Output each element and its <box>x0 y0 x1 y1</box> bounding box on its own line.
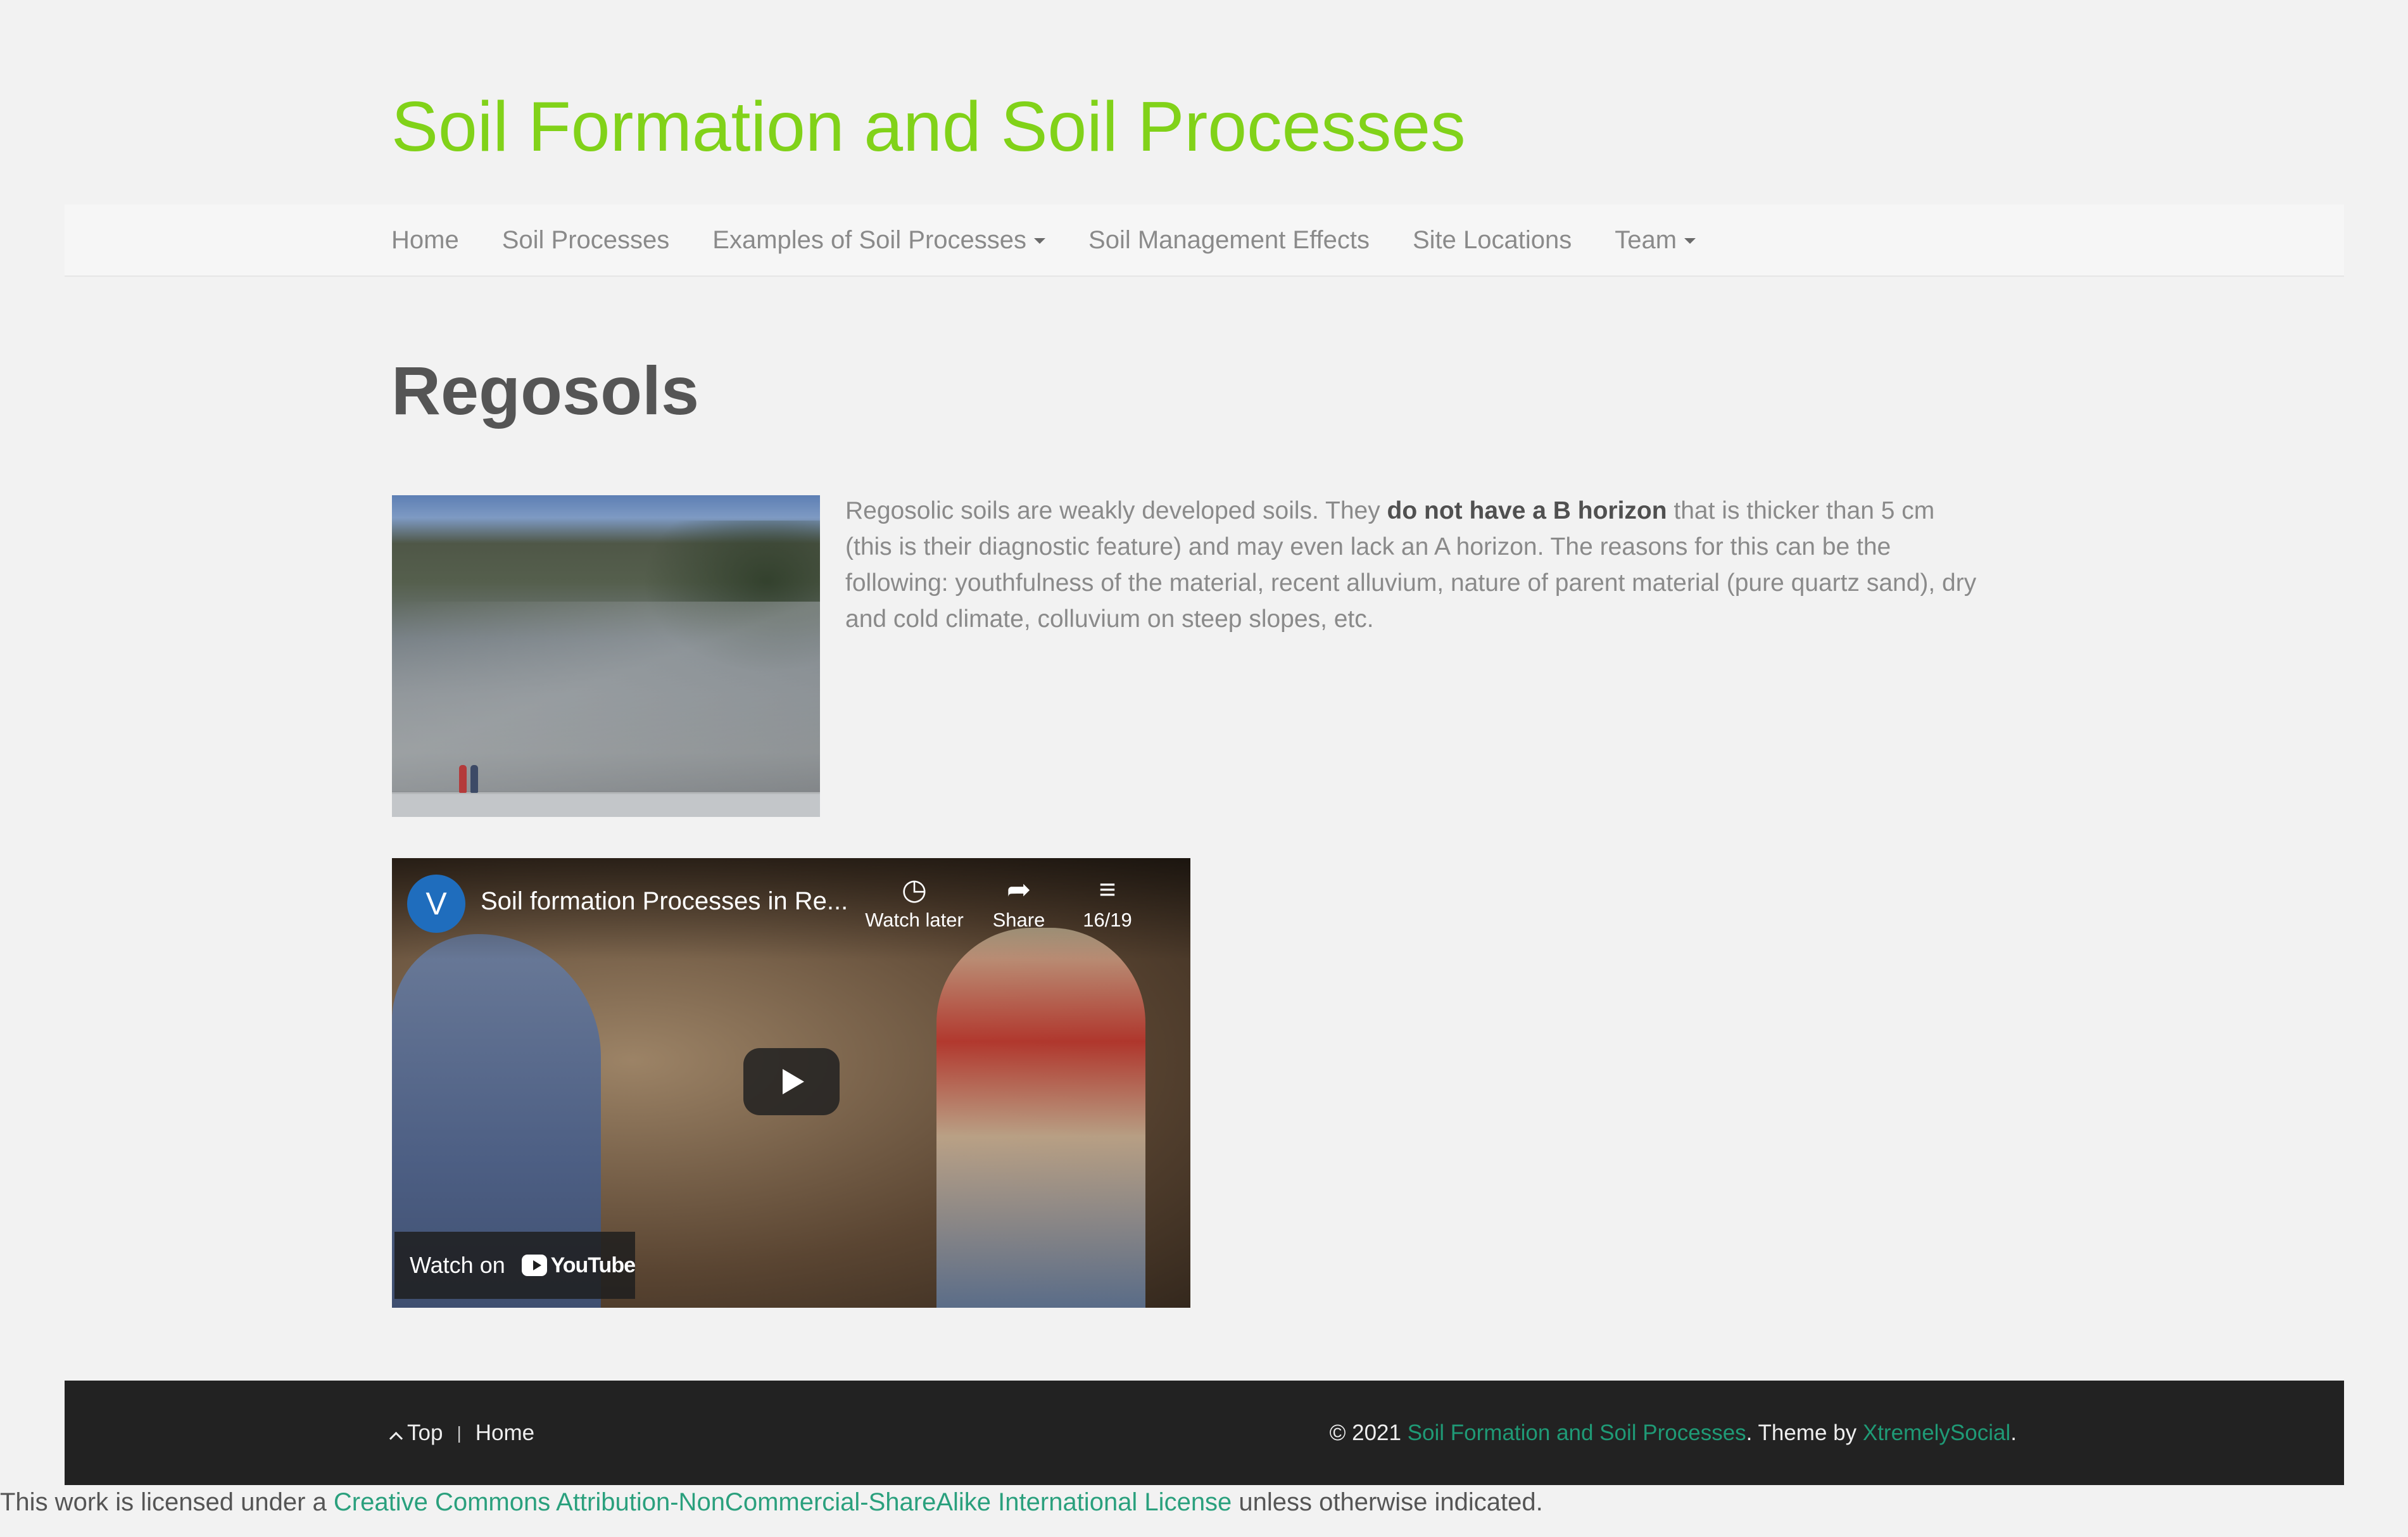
main-navbar: Home Soil Processes Examples of Soil Pro… <box>65 205 2344 277</box>
play-button[interactable] <box>743 1048 840 1115</box>
page-title: Regosols <box>391 352 700 429</box>
nav-item-label: Team <box>1615 225 1677 254</box>
video-person-right <box>936 928 1145 1308</box>
intro-bold-text: do not have a B horizon <box>1387 497 1667 524</box>
photo-person <box>459 765 467 793</box>
nav-item-team[interactable]: Team <box>1615 205 1696 275</box>
photo-slope <box>392 602 820 792</box>
theme-by-text: . Theme by <box>1746 1420 1863 1445</box>
nav-item-label: Examples of Soil Processes <box>712 225 1027 254</box>
footer-top-label: Top <box>407 1420 443 1445</box>
share-label: Share <box>992 909 1045 931</box>
regosol-slope-photo <box>392 495 820 817</box>
youtube-logo-icon <box>521 1255 547 1276</box>
clock-icon: ◷ <box>901 873 928 906</box>
site-footer: Top | Home © 2021 Soil Formation and Soi… <box>65 1381 2344 1485</box>
nav-item-home[interactable]: Home <box>391 205 459 275</box>
caret-down-icon <box>1034 237 1046 244</box>
channel-avatar[interactable]: V <box>407 875 465 933</box>
watch-later-label: Watch later <box>865 909 964 931</box>
copyright-prefix: © 2021 <box>1329 1420 1408 1445</box>
nav-item-soil-management-effects[interactable]: Soil Management Effects <box>1088 205 1370 275</box>
site-title-link[interactable]: Soil Formation and Soil Processes <box>391 87 1466 166</box>
footer-copyright: © 2021 Soil Formation and Soil Processes… <box>1330 1381 2017 1485</box>
youtube-video-embed[interactable]: V Soil formation Processes in Re... ◷ Wa… <box>392 858 1190 1308</box>
theme-author-link[interactable]: XtremelySocial <box>1863 1420 2010 1446</box>
footer-separator: | <box>457 1422 462 1443</box>
intro-paragraph: Regosolic soils are weakly developed soi… <box>845 493 1979 637</box>
nav-item-site-locations[interactable]: Site Locations <box>1413 205 1572 275</box>
youtube-wordmark: YouTube <box>550 1253 636 1277</box>
watch-on-youtube-button[interactable]: Watch on YouTube <box>394 1232 636 1299</box>
intro-text: Regosolic soils are weakly developed soi… <box>845 497 1387 524</box>
nav-item-soil-processes[interactable]: Soil Processes <box>502 205 670 275</box>
photo-road <box>392 792 820 817</box>
nav-item-examples-of-soil-processes[interactable]: Examples of Soil Processes <box>712 205 1046 275</box>
license-notice: This work is licensed under a Creative C… <box>0 1488 1543 1517</box>
watch-on-label: Watch on <box>410 1252 505 1278</box>
nav-menu: Home Soil Processes Examples of Soil Pro… <box>391 205 1739 275</box>
chevron-up-icon <box>389 1431 403 1445</box>
video-title-link[interactable]: Soil formation Processes in Re... <box>481 887 848 916</box>
footer-period: . <box>2010 1420 2017 1445</box>
footer-home-link[interactable]: Home <box>476 1420 534 1446</box>
caret-down-icon <box>1684 237 1696 244</box>
footer-top-link[interactable]: Top <box>389 1420 443 1446</box>
playlist-icon: ≡ <box>1099 873 1116 906</box>
nav-item-label: Soil Management Effects <box>1088 225 1370 254</box>
share-button[interactable]: ➦ Share <box>984 870 1054 932</box>
license-link[interactable]: Creative Commons Attribution-NonCommerci… <box>334 1488 1232 1516</box>
nav-item-label: Soil Processes <box>501 225 670 254</box>
footer-site-link[interactable]: Soil Formation and Soil Processes <box>1408 1420 1746 1446</box>
share-arrow-icon: ➦ <box>1006 873 1031 906</box>
photo-person <box>470 765 478 793</box>
nav-item-label: Home <box>391 225 459 254</box>
license-suffix: unless otherwise indicated. <box>1232 1488 1543 1516</box>
playlist-button[interactable]: ≡ 16/19 <box>1066 870 1149 932</box>
license-prefix: This work is licensed under a <box>0 1488 334 1516</box>
footer-links: Top | Home <box>389 1381 534 1485</box>
watch-later-button[interactable]: ◷ Watch later <box>860 870 968 932</box>
playlist-position: 16/19 <box>1083 909 1132 931</box>
nav-item-label: Site Locations <box>1412 225 1572 254</box>
